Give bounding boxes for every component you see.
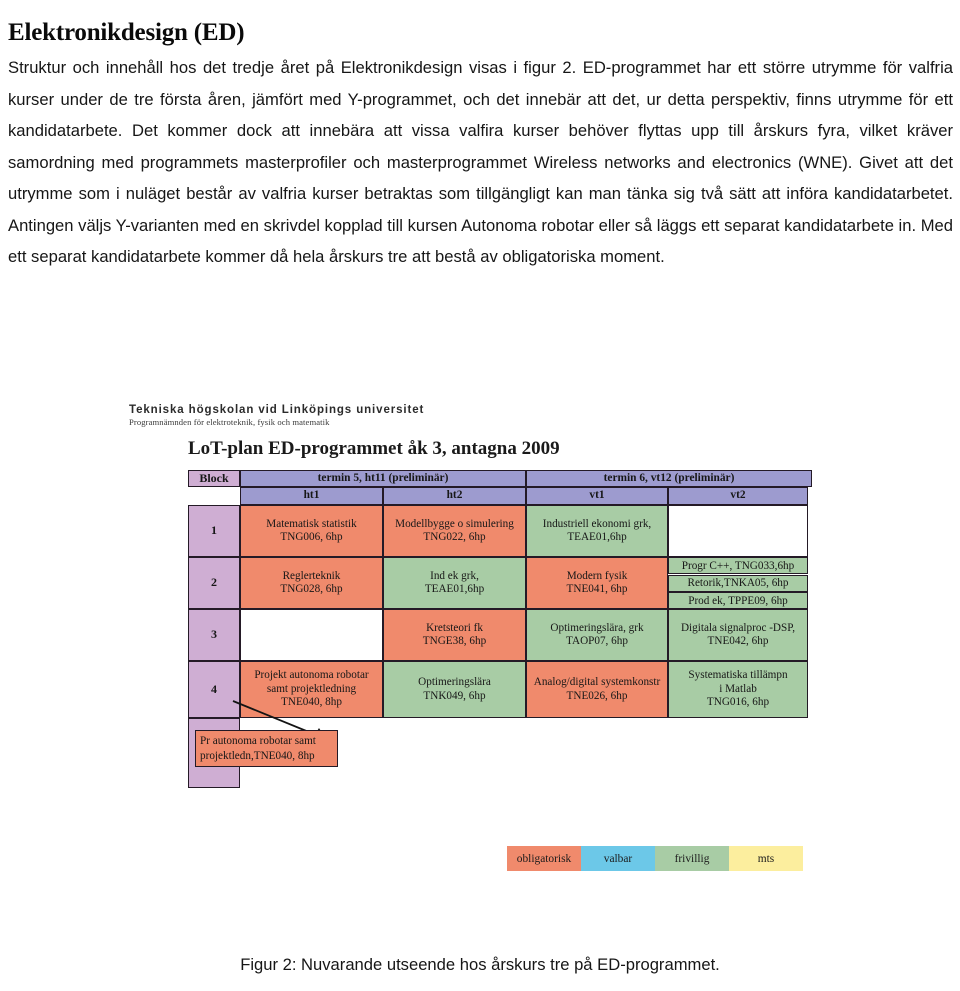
course-cell: Optimeringslära, grk TAOP07, 6hp — [526, 609, 668, 661]
institution-header: Tekniska högskolan vid Linköpings univer… — [129, 404, 424, 427]
course-cell: Systematiska tillämpn i Matlab TNG016, 6hp — [668, 661, 808, 718]
table-row: 3 Kretsteori fk TNGE38, 6hp Optimeringslä… — [188, 609, 808, 661]
figure-title: LoT-plan ED-programmet åk 3, antagna 200… — [188, 438, 560, 459]
grid-header-sub-row: ht1 ht2 vt1 vt2 — [188, 487, 808, 505]
course-cell: Prod ek, TPPE09, 6hp — [668, 592, 808, 609]
stacked-course-cell-group: Progr C++, TNG033,6hp Retorik,TNKA05, 6h… — [668, 557, 808, 609]
table-row: 4 Projekt autonoma robotar samt projektle… — [188, 661, 808, 718]
course-cell: Reglerteknik TNG028, 6hp — [240, 557, 383, 609]
subheader-ht1: ht1 — [240, 487, 383, 505]
body-paragraph: Struktur och innehåll hos det tredje åre… — [8, 52, 953, 273]
course-cell: Modern fysik TNE041, 6hp — [526, 557, 668, 609]
block-number: 3 — [188, 609, 240, 661]
block-number: 2 — [188, 557, 240, 609]
legend-item-mts: mts — [729, 846, 803, 871]
block-number: 1 — [188, 505, 240, 557]
course-cell: Modellbygge o simulering TNG022, 6hp — [383, 505, 526, 557]
course-cell: Digitala signalproc -DSP, TNE042, 6hp — [668, 609, 808, 661]
institution-name: Tekniska högskolan vid Linköpings univer… — [129, 404, 425, 416]
table-row: 2 Reglerteknik TNG028, 6hp Ind ek grk, TEA… — [188, 557, 808, 609]
course-cell: Ind ek grk, TEAE01,6hp — [383, 557, 526, 609]
course-cell: Matematisk statistik TNG006, 6hp — [240, 505, 383, 557]
term5-header: termin 5, ht11 (preliminär) — [240, 470, 526, 487]
legend-item-frivillig: frivillig — [655, 846, 729, 871]
figure-caption: Figur 2: Nuvarande utseende hos årskurs … — [240, 955, 720, 974]
course-cell: Retorik,TNKA05, 6hp — [668, 574, 808, 592]
term6-header: termin 6, vt12 (preliminär) — [526, 470, 812, 487]
empty-cell — [668, 718, 808, 788]
empty-cell — [240, 609, 383, 661]
subheader-vt2: vt2 — [668, 487, 808, 505]
empty-cell — [526, 718, 668, 788]
course-cell: Projekt autonoma robotar samt projektledn… — [240, 661, 383, 718]
document-page: Elektronikdesign (ED) Struktur och inneh… — [0, 0, 960, 991]
course-cell: Optimeringslära TNK049, 6hp — [383, 661, 526, 718]
legend-item-valbar: valbar — [581, 846, 655, 871]
grid-header-term-row: Block termin 5, ht11 (preliminär) termin… — [188, 470, 812, 487]
block-column-header: Block — [188, 470, 240, 487]
block-number: 4 — [188, 661, 240, 718]
department-name: Programnämnden för elektroteknik, fysik … — [129, 417, 330, 427]
figure-schedule-diagram: Tekniska högskolan vid Linköpings univer… — [0, 398, 960, 958]
page-title: Elektronikdesign (ED) — [8, 18, 245, 46]
course-cell: Analog/digital systemkonstr TNE026, 6hp — [526, 661, 668, 718]
legend-item-obligatorisk: obligatorisk — [507, 846, 581, 871]
empty-cell — [668, 505, 808, 557]
subheader-ht2: ht2 — [383, 487, 526, 505]
subheader-vt1: vt1 — [526, 487, 668, 505]
block-header-spacer — [188, 487, 240, 505]
floating-course-callout: Pr autonoma robotar samt projektledn,TNE… — [195, 730, 338, 767]
course-cell: Kretsteori fk TNGE38, 6hp — [383, 609, 526, 661]
table-row: 1 Matematisk statistik TNG006, 6hp Modell… — [188, 505, 808, 557]
legend: obligatorisk valbar frivillig mts — [507, 846, 803, 871]
paragraph-text: Struktur och innehåll hos det tredje åre… — [8, 58, 953, 266]
course-cell: Progr C++, TNG033,6hp — [668, 557, 808, 574]
empty-cell — [383, 718, 526, 788]
course-cell: Industriell ekonomi grk, TEAE01,6hp — [526, 505, 668, 557]
